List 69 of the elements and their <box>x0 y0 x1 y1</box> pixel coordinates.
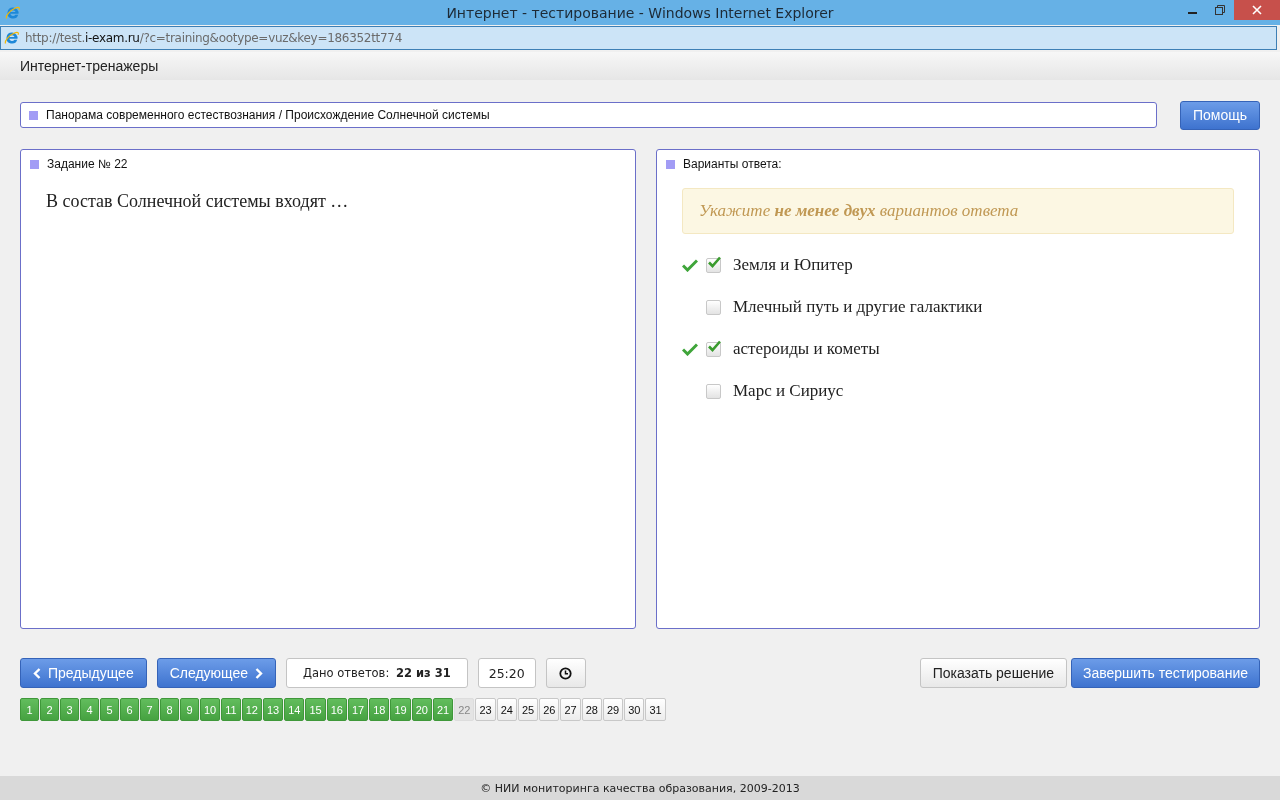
square-icon <box>29 110 38 120</box>
page-number-button[interactable]: 5 <box>100 698 119 721</box>
page-number-button[interactable]: 26 <box>539 698 560 721</box>
next-button[interactable]: Следующее <box>156 658 277 688</box>
hint-text: Укажите не менее двух вариантов ответа <box>699 201 1019 221</box>
close-icon <box>1252 5 1262 15</box>
page-number-button[interactable]: 2 <box>40 698 59 721</box>
page-number-button[interactable]: 13 <box>262 698 284 721</box>
clock-icon <box>559 666 573 680</box>
previous-button[interactable]: Предыдущее <box>20 658 147 688</box>
page-number-button[interactable]: 24 <box>496 698 517 721</box>
restore-icon <box>1215 5 1225 15</box>
answer-option[interactable]: Земля и Юпитер <box>733 255 853 275</box>
page-number-button[interactable]: 20 <box>411 698 432 721</box>
window-title: Интернет - тестирование - Windows Internet Explorer <box>446 4 834 21</box>
page-number-button[interactable]: 22 <box>454 698 475 721</box>
page-number-button[interactable]: 9 <box>180 698 199 721</box>
show-solution-button[interactable]: Показать решение <box>919 658 1067 688</box>
square-icon <box>30 159 39 169</box>
page-number-button[interactable]: 30 <box>624 698 645 721</box>
page-number-button[interactable]: 31 <box>645 698 666 721</box>
page-number-button[interactable]: 6 <box>120 698 139 721</box>
breadcrumb: Панорама современного естествознания / Происхождение Солнечной системы <box>46 108 490 122</box>
page-number-button[interactable]: 4 <box>80 698 99 721</box>
checkbox[interactable] <box>706 341 721 357</box>
page-number-button[interactable]: 11 <box>221 698 241 721</box>
help-button[interactable]: Помощь <box>1180 100 1260 130</box>
page-number-button[interactable]: 17 <box>347 698 369 721</box>
checkbox[interactable] <box>706 257 721 273</box>
address-field[interactable]: http://test.i-exam.ru/?c=training&ootype=vuz&key=186352tt774 <box>0 26 1277 50</box>
close-button[interactable] <box>1234 0 1280 20</box>
page-number-button[interactable]: 7 <box>140 698 159 721</box>
page-number-button[interactable]: 1 <box>20 698 39 721</box>
app-title: Интернет-тренажеры <box>20 58 159 74</box>
checkbox[interactable] <box>706 383 721 399</box>
answer-option[interactable]: Млечный путь и другие галактики <box>733 297 983 317</box>
panel-title: Варианты ответа: <box>683 157 782 171</box>
page-number-button[interactable]: 29 <box>602 698 624 721</box>
page-number-button[interactable]: 12 <box>241 698 262 721</box>
page-number-button[interactable]: 28 <box>581 698 602 721</box>
url-text: http://test.i-exam.ru/?c=training&ootype=vuz&key=186352tt774 <box>25 31 402 45</box>
checkbox[interactable] <box>706 299 721 315</box>
page-number-button[interactable]: 19 <box>390 698 411 721</box>
page-number-button[interactable]: 3 <box>60 698 79 721</box>
page-number-button[interactable]: 8 <box>160 698 179 721</box>
panel-title: Задание № 22 <box>47 157 128 171</box>
page-number-button[interactable]: 27 <box>560 698 581 721</box>
answer-option[interactable]: Марс и Сириус <box>733 381 844 401</box>
page-number-button[interactable]: 23 <box>475 698 496 721</box>
page-number-button[interactable]: 15 <box>305 698 326 721</box>
browser-logo-icon <box>4 30 20 46</box>
question-text: В состав Солнечной системы входят … <box>45 190 350 212</box>
answer-option[interactable]: астероиды и кометы <box>733 339 880 359</box>
page-number-button[interactable]: 16 <box>326 698 347 721</box>
timer: 25:20 <box>477 658 536 688</box>
page-number-button[interactable]: 10 <box>200 698 221 721</box>
page-number-button[interactable]: 14 <box>284 698 305 721</box>
answered-counter: Дано ответов: 22 из 31 <box>286 658 468 688</box>
page-number-button[interactable]: 21 <box>432 698 454 721</box>
chevron-right-icon <box>255 667 264 679</box>
square-icon <box>666 159 675 169</box>
clock-button[interactable] <box>545 658 586 688</box>
finish-button[interactable]: Завершить тестирование <box>1071 658 1260 688</box>
copyright-text: © НИИ мониторинга качества образования, 2009-2013 <box>480 781 800 795</box>
page-number-button[interactable]: 18 <box>369 698 390 721</box>
chevron-left-icon <box>33 667 41 679</box>
minimize-icon <box>1187 12 1197 14</box>
page-number-button[interactable]: 25 <box>517 698 539 721</box>
browser-logo-icon <box>5 4 21 21</box>
